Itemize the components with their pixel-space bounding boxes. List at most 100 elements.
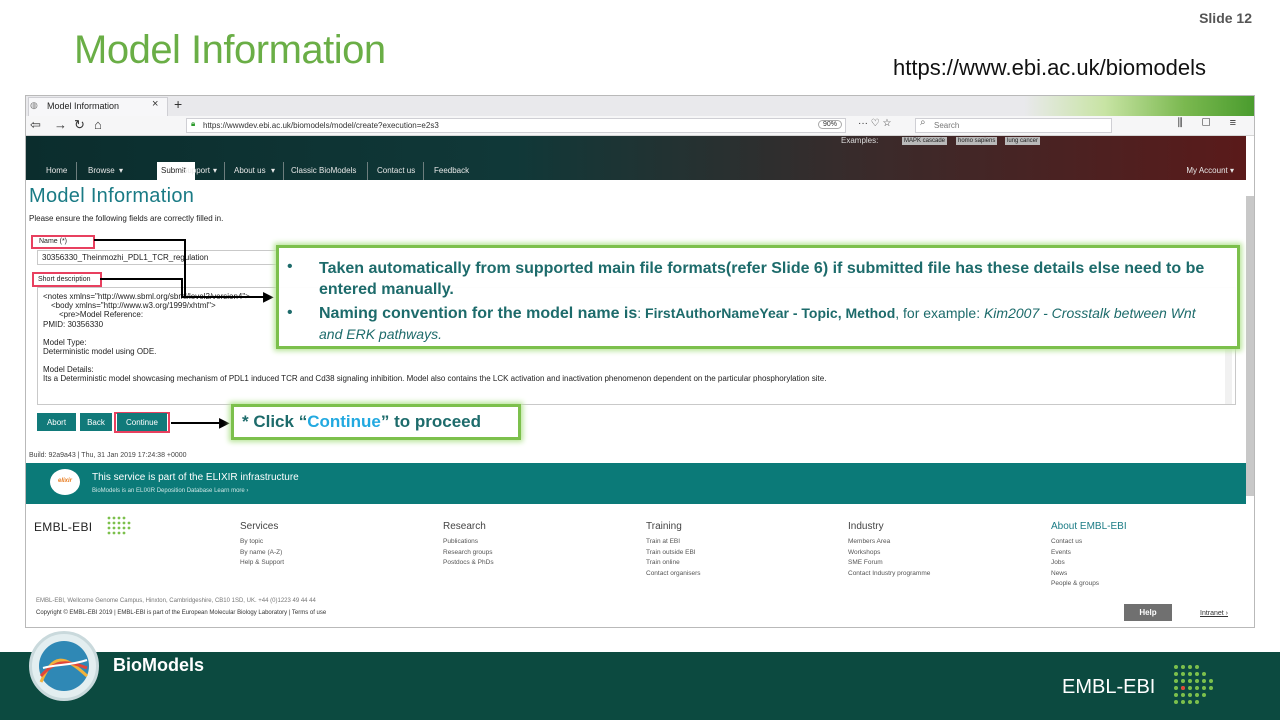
footer-heading[interactable]: Research: [443, 521, 486, 532]
browser-search-input[interactable]: Search: [915, 118, 1112, 133]
forward-arrow-icon[interactable]: →: [54, 117, 67, 132]
naming-mid: , for example:: [895, 305, 984, 321]
embl-ebi-dots-icon: [107, 516, 131, 535]
footer-link[interactable]: Events: [1051, 548, 1099, 559]
nav-contact[interactable]: Contact us: [377, 166, 415, 175]
footer-link[interactable]: News: [1051, 569, 1099, 580]
example-chip[interactable]: lung cancer: [1005, 137, 1041, 145]
my-account-label: My Account: [1186, 166, 1228, 175]
footer-link[interactable]: Workshops: [848, 548, 930, 559]
address-bar[interactable]: https://wwwdev.ebi.ac.uk/biomodels/model…: [186, 118, 846, 133]
nav-about[interactable]: About us: [234, 166, 266, 175]
footer-heading[interactable]: About EMBL-EBI: [1051, 521, 1127, 532]
callout-bullet-auto: Taken automatically from supported main …: [319, 260, 1205, 298]
footer-column-items: By topic By name (A-Z) Help & Support: [240, 537, 284, 569]
slide-url[interactable]: https://www.ebi.ac.uk/biomodels: [893, 55, 1206, 81]
back-button[interactable]: Back: [80, 413, 112, 431]
desc-line: Model Details:: [43, 365, 94, 375]
search-examples-label: Examples:: [841, 136, 879, 145]
callout-continue: * Click “Continue” to proceed: [231, 404, 521, 440]
name-field-label: Name (*): [31, 235, 95, 249]
nav-divider: [76, 162, 77, 180]
footer-link[interactable]: SME Forum: [848, 558, 930, 569]
search-placeholder: Search: [934, 121, 960, 130]
back-arrow-icon[interactable]: ⇦: [30, 117, 41, 133]
new-tab-icon[interactable]: +: [174, 96, 182, 112]
search-icon: ⌕: [920, 117, 926, 128]
close-icon[interactable]: ×: [152, 98, 158, 110]
footer-link[interactable]: Contact organisers: [646, 569, 701, 580]
nav-classic-biomodels[interactable]: Classic BioModels: [291, 166, 356, 175]
nav-browse[interactable]: Browse: [88, 166, 115, 175]
footer-heading[interactable]: Training: [646, 521, 682, 532]
address-text: https://wwwdev.ebi.ac.uk/biomodels/model…: [203, 121, 439, 130]
footer-column-items: Publications Research groups Postdocs & …: [443, 537, 494, 569]
page-actions-icons[interactable]: ··· ♡ ☆: [858, 118, 891, 129]
naming-convention: FirstAuthorNameYear - Topic, Method: [645, 305, 896, 321]
intranet-link[interactable]: Intranet ›: [1200, 610, 1228, 617]
nav-divider: [224, 162, 225, 180]
my-account-menu[interactable]: My Account ▾: [1186, 166, 1234, 175]
continue-button[interactable]: Continue: [117, 413, 167, 431]
footer-link[interactable]: Train outside EBI: [646, 548, 701, 559]
footer-link[interactable]: Contact Industry programme: [848, 569, 930, 580]
model-name-input[interactable]: 30356330_Theinmozhi_PDL1_TCR_regulation: [37, 250, 277, 265]
elixir-subtitle[interactable]: BioModels is an ELIXIR Deposition Databa…: [92, 488, 248, 494]
lock-icon: 🔒︎: [191, 119, 196, 128]
desc-line: Its a Deterministic model showcasing mec…: [43, 374, 827, 384]
footer-heading[interactable]: Industry: [848, 521, 884, 532]
build-info: Build: 92a9a43 | Thu, 31 Jan 2019 17:24:…: [29, 452, 187, 459]
chevron-down-icon: ▾: [213, 166, 218, 175]
home-icon[interactable]: ⌂: [94, 117, 102, 132]
embl-ebi-logo[interactable]: EMBL-EBI: [34, 520, 92, 534]
footer-address: EMBL-EBI, Wellcome Genome Campus, Hinxto…: [36, 598, 316, 604]
footer-link[interactable]: Contact us: [1051, 537, 1099, 548]
nav-divider: [367, 162, 368, 180]
short-description-label: Short description: [32, 272, 102, 287]
menu-icon[interactable]: ⫼ ▢ ≡: [1178, 117, 1244, 130]
nav-feedback[interactable]: Feedback: [434, 166, 469, 175]
footer-link[interactable]: Help & Support: [240, 558, 284, 569]
embl-ebi-footer-logo: EMBL-EBI: [1062, 676, 1156, 698]
nav-support[interactable]: Support: [182, 166, 210, 175]
footer-link[interactable]: Jobs: [1051, 558, 1099, 569]
nav-divider: [423, 162, 424, 180]
reload-icon[interactable]: ↻: [74, 117, 85, 133]
abort-button[interactable]: Abort: [37, 413, 76, 431]
arrowhead-icon: ▶: [263, 288, 274, 304]
nav-home[interactable]: Home: [46, 166, 67, 175]
footer-link[interactable]: By name (A-Z): [240, 548, 284, 559]
footer-link[interactable]: Train at EBI: [646, 537, 701, 548]
footer-link[interactable]: Train online: [646, 558, 701, 569]
example-chip[interactable]: homo sapiens: [956, 137, 998, 145]
bullet-mark: •: [287, 258, 293, 275]
footer-heading[interactable]: Services: [240, 521, 278, 532]
zoom-indicator[interactable]: 90%: [818, 120, 843, 129]
browser-tab[interactable]: Model Information: [28, 97, 168, 116]
footer-link[interactable]: Research groups: [443, 548, 494, 559]
tab-title: Model Information: [47, 101, 120, 111]
bullet-mark: •: [287, 304, 293, 321]
slide-title: Model Information: [74, 28, 386, 72]
biomodels-brand: BioModels: [113, 655, 205, 675]
help-button[interactable]: Help: [1124, 604, 1172, 621]
footer-link[interactable]: Postdocs & PhDs: [443, 558, 494, 569]
footer-column-items: Train at EBI Train outside EBI Train onl…: [646, 537, 701, 579]
elixir-logo: elixir: [50, 469, 80, 495]
nav-divider: [283, 162, 284, 180]
connector-line: [171, 422, 223, 424]
chevron-down-icon: ▾: [119, 166, 124, 175]
chevron-down-icon: ▾: [271, 166, 276, 175]
page-scrollbar[interactable]: [1246, 196, 1254, 496]
form-instructions: Please ensure the following fields are c…: [29, 214, 224, 223]
connector-line: [181, 278, 183, 298]
slide-number: Slide 12: [1199, 10, 1252, 26]
footer-link[interactable]: Members Area: [848, 537, 930, 548]
footer-column-items: Members Area Workshops SME Forum Contact…: [848, 537, 930, 579]
footer-link[interactable]: By topic: [240, 537, 284, 548]
footer-link[interactable]: Publications: [443, 537, 494, 548]
example-chip[interactable]: MAPK cascade: [902, 137, 948, 145]
footer-link[interactable]: People & groups: [1051, 579, 1099, 590]
footer-column-items: Contact us Events Jobs News People & gro…: [1051, 537, 1099, 590]
connector-line: [94, 239, 185, 241]
